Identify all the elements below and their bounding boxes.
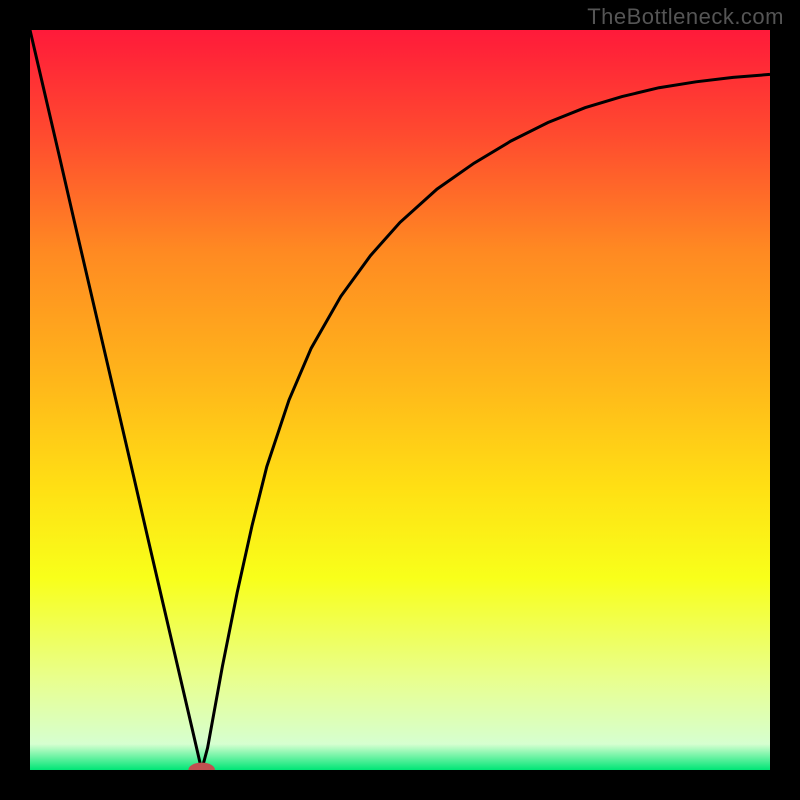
chart-svg bbox=[30, 30, 770, 770]
watermark-text: TheBottleneck.com bbox=[587, 4, 784, 30]
chart-frame: TheBottleneck.com bbox=[0, 0, 800, 800]
gradient-background bbox=[30, 30, 770, 770]
plot-area bbox=[30, 30, 770, 770]
